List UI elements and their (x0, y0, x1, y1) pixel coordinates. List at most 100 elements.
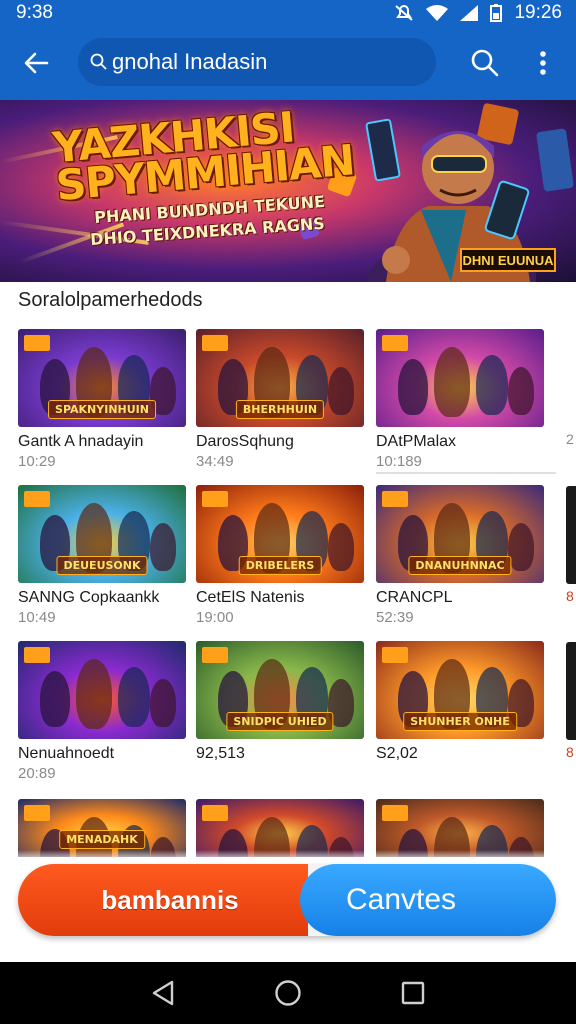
toggle-right-button[interactable]: Canvtes (300, 864, 556, 936)
game-logo-text: SNIDPIC UHIED (226, 712, 334, 731)
game-title: DAtPMalax (376, 433, 457, 450)
game-title: CRANCPL (376, 589, 453, 606)
corner-badge (202, 335, 228, 351)
game-thumbnail[interactable]: SNIDPIC UHIED (196, 641, 364, 739)
status-bar: 9:38 19:26 (0, 0, 576, 26)
search-icon (471, 49, 499, 77)
game-thumbnail[interactable] (376, 329, 544, 427)
game-meta: 52:39 (376, 609, 414, 626)
game-meta: 10:29 (18, 453, 56, 470)
game-logo-text: BHERHHUIN (235, 400, 325, 419)
square-recents-icon (402, 981, 425, 1005)
game-logo-text: DRIBELERS (238, 556, 322, 575)
wifi-icon (426, 5, 449, 21)
game-thumbnail[interactable]: SHUNHER ONHE (376, 641, 544, 739)
game-tile[interactable]: BHERHHUIN DarosSqhung 34:49 (196, 329, 364, 475)
mute-notifications-icon (394, 4, 414, 22)
banner-tag: DHNI EUUNUA (460, 248, 556, 272)
corner-badge (382, 805, 408, 821)
featured-banner[interactable]: YAZKHKISI SPYMMIHIAN PHANI BUNDNDH TEKUN… (0, 100, 576, 282)
corner-badge (382, 335, 408, 351)
game-tile[interactable]: DRIBELERS CetElS Natenis 19:00 (196, 485, 364, 631)
divider (376, 472, 556, 474)
toggle-left-button[interactable]: bambannis (18, 864, 308, 936)
corner-badge (382, 647, 408, 663)
next-column-thumb[interactable] (566, 642, 576, 740)
screen: 9:38 19:26 gnohal Inadasin YAZKHKISI SPY… (0, 0, 576, 1024)
status-time-left: 9:38 (16, 2, 53, 23)
segmented-toggle: bambannis Canvtes (18, 864, 556, 936)
character-figure (508, 523, 534, 571)
signal-icon (460, 5, 479, 21)
circle-home-icon (275, 980, 301, 1006)
game-thumbnail[interactable] (196, 799, 364, 857)
game-meta: 19:00 (196, 609, 234, 626)
corner-badge (202, 491, 228, 507)
game-tile[interactable]: Nenuahnoedt 20:89 (18, 641, 186, 787)
game-tile[interactable]: DEUEUSONK SANNG Copkaankk 10:49 (18, 485, 186, 631)
game-thumbnail[interactable]: DRIBELERS (196, 485, 364, 583)
next-column-thumb[interactable] (566, 486, 576, 584)
status-time-right: 19:26 (514, 2, 562, 23)
status-icons: 19:26 (394, 2, 562, 24)
game-title: SANNG Copkaankk (18, 589, 160, 606)
nav-recents-button[interactable] (389, 969, 437, 1017)
game-thumbnail[interactable]: SPAKNYINHUIN (18, 329, 186, 427)
character-figure (150, 523, 176, 571)
more-vertical-icon (540, 51, 546, 75)
system-navigation-bar (0, 962, 576, 1024)
game-meta: 34:49 (196, 453, 234, 470)
search-button[interactable] (462, 40, 508, 86)
game-thumbnail[interactable]: DNANUHNNAC (376, 485, 544, 583)
app-bar: gnohal Inadasin (0, 26, 576, 100)
next-column-label: 8 (566, 588, 574, 604)
search-input[interactable]: gnohal Inadasin (78, 38, 436, 86)
corner-badge (202, 805, 228, 821)
back-button[interactable] (0, 26, 72, 100)
game-logo-text: SPAKNYINHUIN (48, 400, 156, 419)
game-thumbnail[interactable] (18, 641, 186, 739)
game-tile[interactable]: SPAKNYINHUIN Gantk A hnadayin 10:29 (18, 329, 186, 475)
arrow-left-icon (24, 52, 49, 74)
next-column-label: 2 (566, 431, 574, 447)
battery-icon (490, 4, 503, 22)
game-meta: 10:49 (18, 609, 56, 626)
toggle-right-label: Canvtes (345, 883, 457, 916)
game-title: S2,02 (376, 745, 418, 762)
game-logo-text: MENADAHK (59, 830, 145, 849)
corner-badge (382, 491, 408, 507)
search-icon (90, 53, 108, 71)
game-title: Nenuahnoedt (18, 745, 115, 762)
game-thumbnail[interactable]: BHERHHUIN (196, 329, 364, 427)
game-title: DarosSqhung (196, 433, 294, 450)
game-tile[interactable]: SNIDPIC UHIED 92,513 (196, 641, 364, 787)
corner-badge (24, 335, 50, 351)
game-title: Gantk A hnadayin (18, 433, 144, 450)
game-logo-text: DNANUHNNAC (408, 556, 512, 575)
nav-home-button[interactable] (264, 969, 312, 1017)
game-thumbnail[interactable]: MENADAHK (18, 799, 186, 857)
game-title: 92,513 (196, 745, 245, 762)
next-column-label: 8 (566, 744, 574, 760)
game-tile[interactable]: DAtPMalax 10:189 (376, 329, 544, 475)
nav-back-button[interactable] (139, 969, 187, 1017)
game-tile[interactable]: MENADAHK (18, 799, 186, 857)
grid-fade (0, 850, 576, 862)
game-thumbnail[interactable] (376, 799, 544, 857)
game-tile[interactable]: DNANUHNNAC CRANCPL 52:39 (376, 485, 544, 631)
game-tile[interactable] (196, 799, 364, 857)
character-figure (434, 347, 470, 417)
more-options-button[interactable] (526, 40, 560, 86)
game-logo-text: SHUNHER ONHE (403, 712, 517, 731)
corner-badge (202, 647, 228, 663)
character-figure (398, 359, 428, 415)
game-meta: 20:89 (18, 765, 56, 782)
game-tile[interactable]: SHUNHER ONHE S2,02 (376, 641, 544, 787)
game-logo-text: DEUEUSONK (56, 556, 148, 575)
game-thumbnail[interactable]: DEUEUSONK (18, 485, 186, 583)
character-figure (508, 367, 534, 415)
character-figure (476, 355, 508, 415)
character-figure (328, 367, 354, 415)
game-tile[interactable] (376, 799, 544, 857)
character-figure (150, 679, 176, 727)
